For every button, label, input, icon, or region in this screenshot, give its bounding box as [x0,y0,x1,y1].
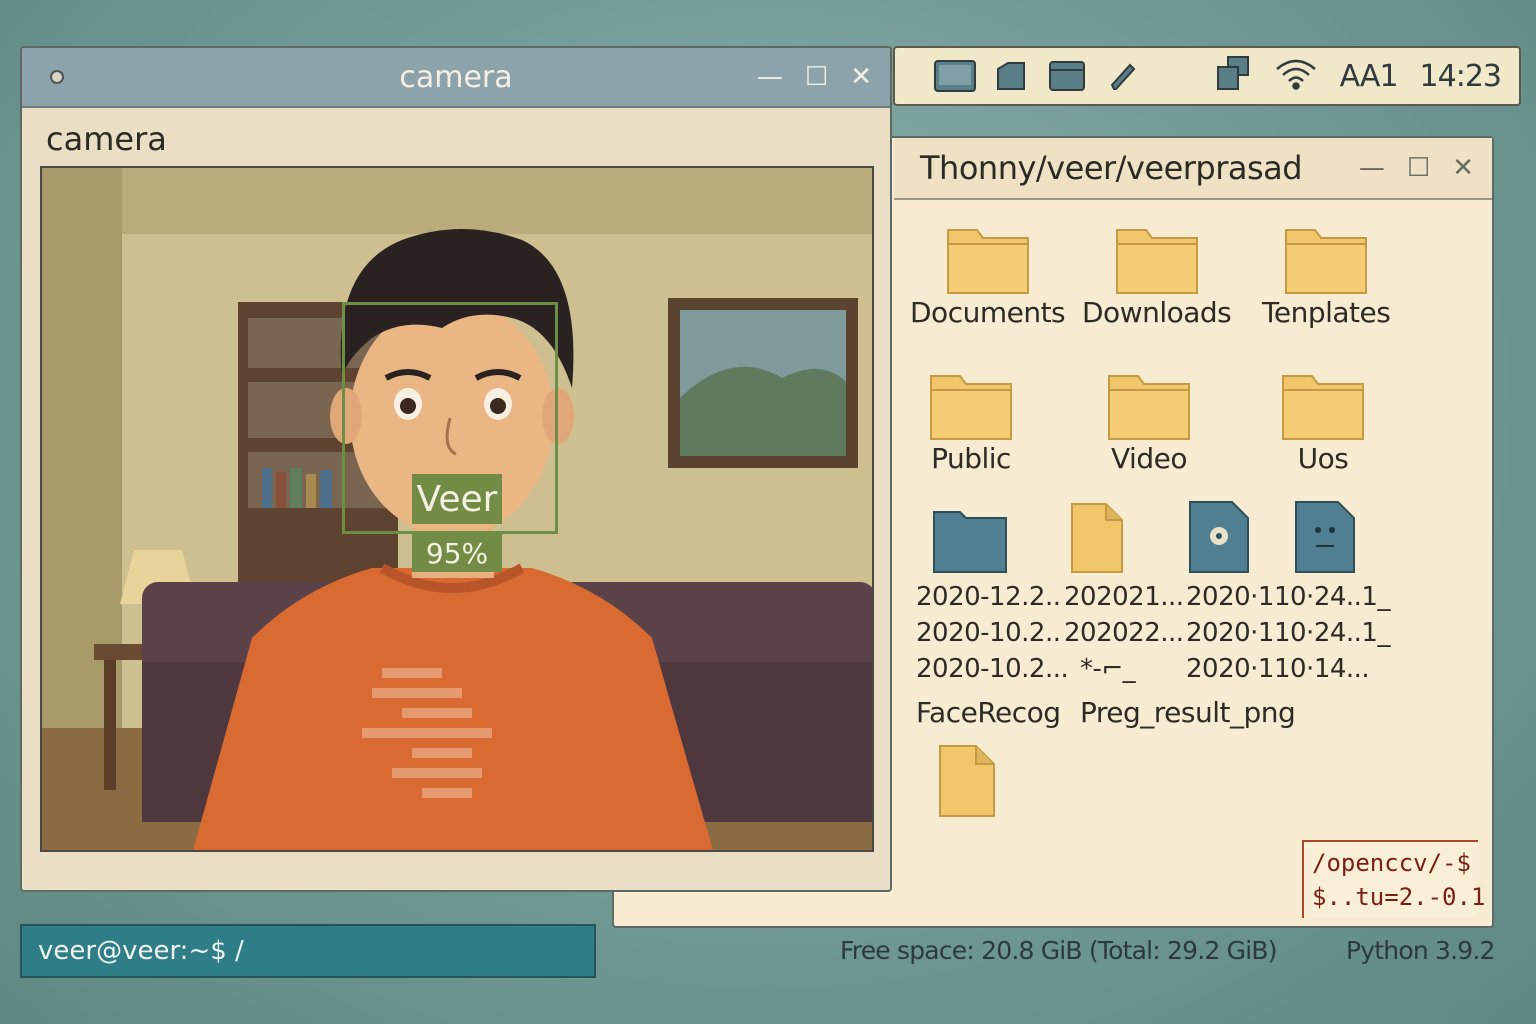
folder-label: Documents [910,296,1066,329]
file-manager-titlebar[interactable]: Thonny/veer/veerprasad — ☐ ✕ [894,138,1492,200]
folder-documents[interactable]: Documents [910,220,1066,329]
folder-templates[interactable]: Tenplates [1262,220,1391,329]
folder-video[interactable]: Video [1106,366,1192,475]
folder-public[interactable]: Public [928,366,1014,475]
folder-icon [946,229,1029,294]
top-panel: AA1 14:23 [893,46,1521,106]
file-icon[interactable] [938,744,996,822]
terminal-line: $..tu=2.-0.1 [1312,883,1486,911]
wifi-icon[interactable] [1274,57,1318,95]
folder-label: Public [931,442,1011,475]
folder-label-facerecog[interactable]: FaceRecog [916,696,1061,729]
blue-folder-icon[interactable] [932,504,1008,578]
window-menu-icon[interactable] [50,70,64,84]
folder-icon [1108,375,1190,440]
folder-label: Video [1111,442,1187,475]
maximize-icon[interactable]: ☐ [805,64,828,90]
window-controls: — ☐ ✕ [757,48,872,106]
face-file-icon[interactable] [1294,500,1356,578]
file-name[interactable]: 2020·110·24..1_ [1186,618,1390,648]
browser-icon[interactable] [1045,54,1089,98]
file-manager-title: Thonny/veer/veerprasad [920,149,1303,187]
folder-icon [1282,375,1364,440]
file-label-preg-result[interactable]: Preg_result_png [1080,696,1296,729]
pencil-icon[interactable] [1101,54,1145,98]
camera-window: camera — ☐ ✕ camera Veer 95% [20,46,892,892]
file-name[interactable]: 2020-10.2.. [916,618,1061,648]
file-icon[interactable] [1070,502,1124,578]
maximize-icon[interactable]: ☐ [1407,155,1430,181]
file-manager-content: Documents Downloads Tenplates Public Vid… [894,200,1492,926]
free-space-status: Free space: 20.8 GiB (Total: 29.2 GiB) [840,936,1277,965]
file-name[interactable]: 2020·110·24..1_ [1186,582,1390,612]
terminal-bar[interactable]: veer@veer:~$ / [20,924,596,978]
window-controls: — ☐ ✕ [1359,138,1474,198]
folder-downloads[interactable]: Downloads [1082,220,1232,329]
camera-label: camera [46,120,167,158]
file-name[interactable]: 2020·110·14... [1186,654,1370,684]
file-name[interactable]: 202022... [1064,618,1184,648]
minimize-icon[interactable]: — [1359,155,1385,181]
folder-label: Tenplates [1262,296,1391,329]
network-stack-icon[interactable] [1214,55,1252,97]
window-icon[interactable] [933,54,977,98]
file-name[interactable]: *‐⌐_ [1080,654,1136,684]
minimize-icon[interactable]: — [757,64,783,90]
python-version-status: Python 3.9.2 [1346,936,1495,965]
camera-feed: Veer 95% [40,166,874,852]
close-icon[interactable]: ✕ [850,64,872,90]
folder-icon [930,375,1012,440]
input-indicator[interactable]: AA1 [1340,59,1399,94]
terminal-prompt[interactable]: veer@veer:~$ / [38,936,244,966]
terminal-overlay[interactable]: /openccv/-$ $..tu=2.-0.1 [1302,840,1486,918]
terminal-line: /openccv/-$ [1312,849,1471,877]
detection-name-label: Veer [412,474,502,524]
folder-icon [1285,229,1368,294]
detection-confidence-label: 95% [412,534,502,572]
file-name[interactable]: 2020-12.2.. [916,582,1061,612]
folder-uos[interactable]: Uos [1280,366,1366,475]
box-icon[interactable] [989,54,1033,98]
folder-icon [1115,229,1198,294]
camera-titlebar[interactable]: camera — ☐ ✕ [22,48,890,108]
file-name[interactable]: 2020-10.2... [916,654,1069,684]
disk-image-icon[interactable] [1188,500,1250,578]
close-icon[interactable]: ✕ [1452,155,1474,181]
camera-window-title: camera [399,59,513,95]
folder-label: Downloads [1082,296,1232,329]
file-name[interactable]: 202021... [1064,582,1184,612]
folder-label: Uos [1297,442,1349,475]
clock[interactable]: 14:23 [1420,59,1502,94]
